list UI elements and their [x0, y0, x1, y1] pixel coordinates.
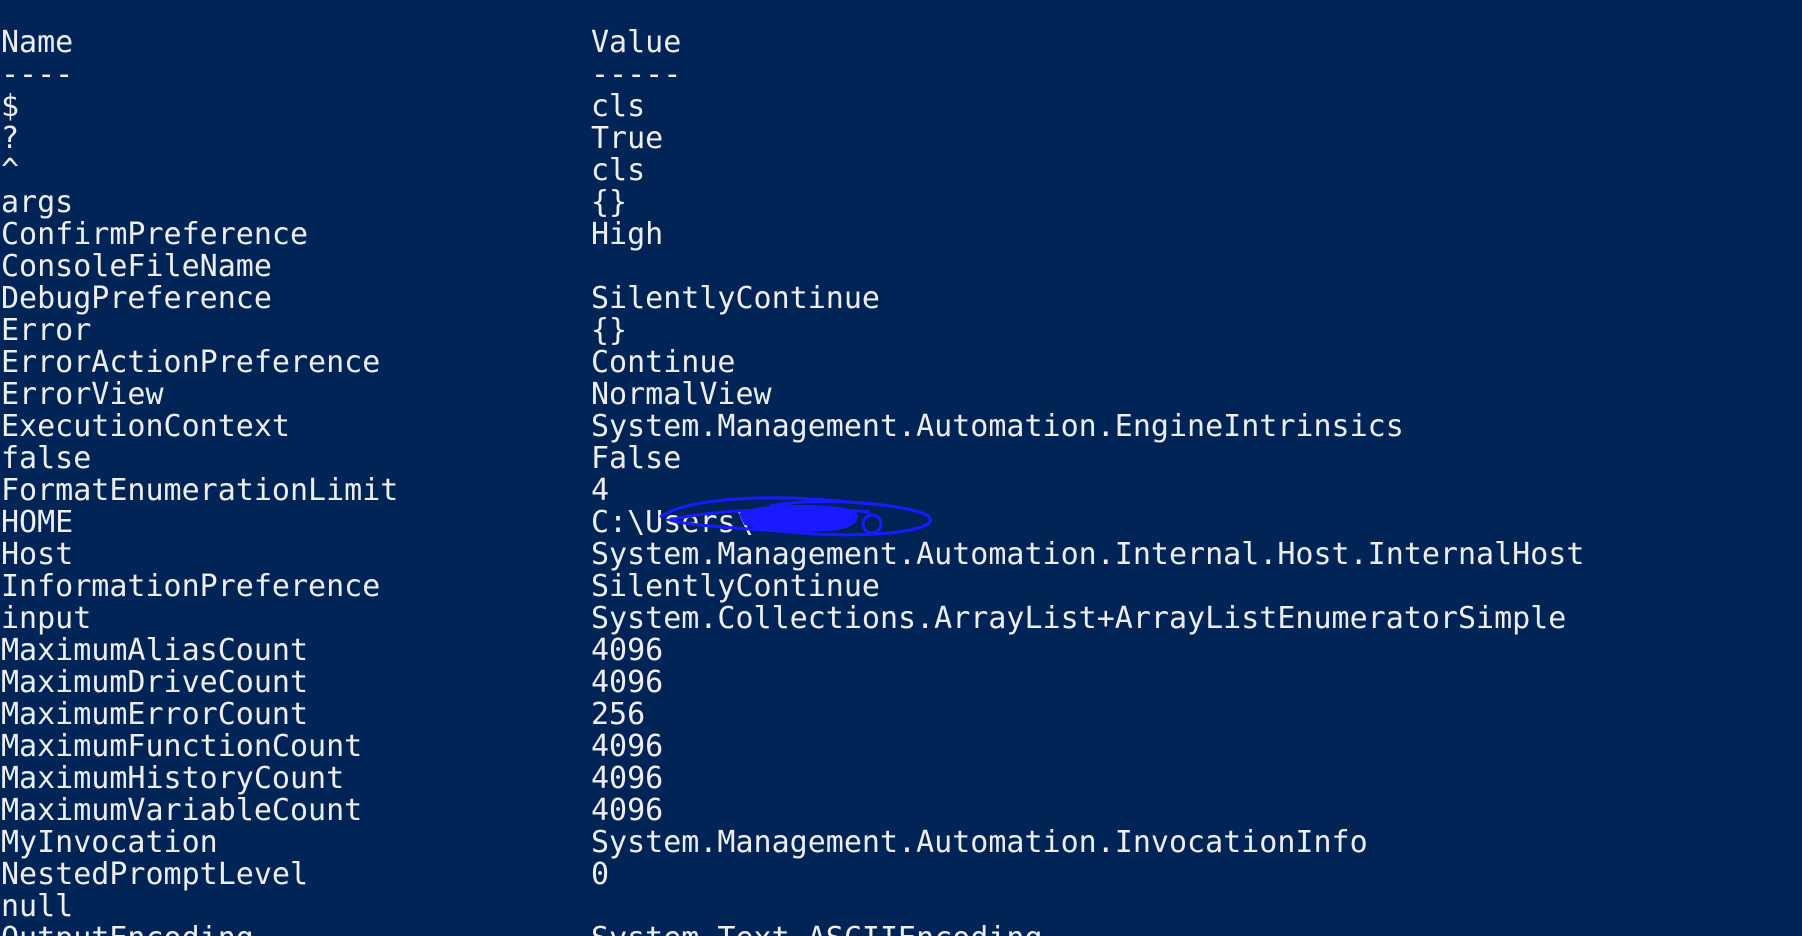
variable-value: 256 [591, 697, 646, 732]
table-row: NestedPromptLevel 0 [1, 859, 1801, 891]
table-header-row: Name Value [1, 27, 1801, 59]
variable-value: System.Management.Automation.Internal.Ho… [591, 537, 1585, 572]
variable-value: 4096 [591, 633, 664, 668]
variable-value: System.Collections.ArrayList+ArrayListEn… [591, 601, 1567, 636]
variable-value: {} [591, 313, 628, 348]
variable-value: NormalView [591, 377, 772, 412]
table-row: MaximumHistoryCount 4096 [1, 763, 1801, 795]
variable-value: True [591, 121, 664, 156]
variable-value: 4096 [591, 665, 664, 700]
table-row: MaximumFunctionCount 4096 [1, 731, 1801, 763]
table-row: MaximumDriveCount 4096 [1, 667, 1801, 699]
table-row: Host System.Management.Automation.Interna… [1, 539, 1801, 571]
variable-name: ErrorView [1, 377, 164, 412]
variable-name: MaximumErrorCount [1, 697, 309, 732]
table-row: ErrorView NormalView [1, 379, 1801, 411]
variable-name: $ [1, 89, 20, 124]
variable-name: ConsoleFileName [1, 249, 272, 284]
variable-name: ExecutionContext [1, 409, 290, 444]
variable-value: System.Text.ASCIIEncoding [591, 923, 1043, 936]
variable-name: null [1, 889, 74, 924]
variable-value: System.Management.Automation.EngineIntri… [591, 409, 1404, 444]
variable-name: ErrorActionPreference [1, 345, 381, 380]
variable-value: C:\Users\ [591, 505, 754, 540]
variable-value: 0 [591, 857, 610, 892]
variable-value: 4 [591, 473, 610, 508]
variable-value: System.Management.Automation.InvocationI… [591, 825, 1368, 860]
variable-name: HOME [1, 505, 74, 540]
variable-name: NestedPromptLevel [1, 857, 309, 892]
separator-name: ---- [1, 57, 74, 92]
variable-name: false [1, 441, 92, 476]
table-row: MaximumErrorCount 256 [1, 699, 1801, 731]
variable-value: SilentlyContinue [591, 569, 880, 604]
variable-name: DebugPreference [1, 281, 272, 316]
variable-name: input [1, 601, 92, 636]
variable-name: InformationPreference [1, 569, 381, 604]
table-row: ? True [1, 123, 1801, 155]
table-row: DebugPreference SilentlyContinue [1, 283, 1801, 315]
table-row: FormatEnumerationLimit 4 [1, 475, 1801, 507]
variable-value: cls [591, 89, 646, 124]
variable-name: MaximumAliasCount [1, 633, 309, 668]
table-separator-row: ---- ----- [1, 59, 1801, 91]
variable-name: MaximumVariableCount [1, 793, 363, 828]
variable-value: Continue [591, 345, 736, 380]
variable-value: cls [591, 153, 646, 188]
variable-value: {} [591, 185, 628, 220]
variable-table: Name Value ---- ----- $ cls? True ^ cls args {… [1, 27, 1801, 936]
variable-name: Error [1, 313, 92, 348]
header-name: Name [1, 25, 74, 60]
variable-name: FormatEnumerationLimit [1, 473, 399, 508]
table-row: MaximumVariableCount 4096 [1, 795, 1801, 827]
variable-value: 4096 [591, 761, 664, 796]
variable-name: MyInvocation [1, 825, 218, 860]
table-row: Error {} [1, 315, 1801, 347]
table-row: InformationPreference SilentlyContinue [1, 571, 1801, 603]
table-row: MyInvocation System.Management.Automation… [1, 827, 1801, 859]
variable-value: 4096 [591, 729, 664, 764]
table-row: OutputEncoding System.Text.ASCIIEncoding [1, 923, 1801, 936]
variable-name: Host [1, 537, 74, 572]
table-row: ConsoleFileName [1, 251, 1801, 283]
variable-name: ^ [1, 153, 20, 188]
table-row: ConfirmPreference High [1, 219, 1801, 251]
table-row: input System.Collections.ArrayList+ArrayL… [1, 603, 1801, 635]
variable-name: MaximumHistoryCount [1, 761, 345, 796]
separator-value: ----- [591, 57, 682, 92]
variable-name: MaximumFunctionCount [1, 729, 363, 764]
variable-name: MaximumDriveCount [1, 665, 309, 700]
variable-value: False [591, 441, 682, 476]
table-row: HOME C:\Users\ [1, 507, 1801, 539]
table-body: $ cls? True ^ cls args {} ConfirmPreference High… [1, 91, 1801, 936]
table-row: MaximumAliasCount 4096 [1, 635, 1801, 667]
variable-value: SilentlyContinue [591, 281, 880, 316]
table-row: null [1, 891, 1801, 923]
table-row: ErrorActionPreference Continue [1, 347, 1801, 379]
variable-value: High [591, 217, 664, 252]
table-row: false False [1, 443, 1801, 475]
table-row: ^ cls [1, 155, 1801, 187]
variable-name: OutputEncoding [1, 923, 254, 936]
table-row: args {} [1, 187, 1801, 219]
variable-name: ? [1, 121, 20, 156]
header-value: Value [591, 25, 682, 60]
powershell-console[interactable]: Name Value ---- ----- $ cls? True ^ cls args {… [0, 0, 1802, 936]
table-row: $ cls [1, 91, 1801, 123]
variable-name: ConfirmPreference [1, 217, 309, 252]
variable-name: args [1, 185, 74, 220]
variable-value: 4096 [591, 793, 664, 828]
table-row: ExecutionContext System.Management.Automa… [1, 411, 1801, 443]
